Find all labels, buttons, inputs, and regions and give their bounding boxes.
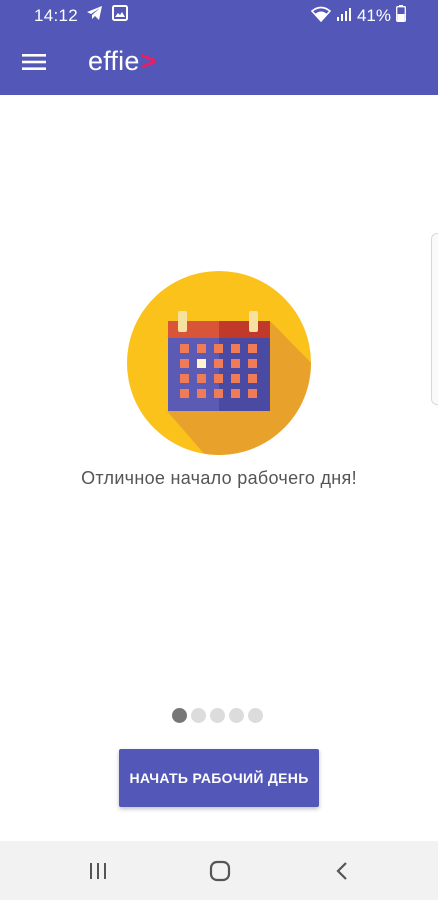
logo-mark: > [140, 46, 157, 76]
status-bar: 14:12 41% [0, 0, 438, 30]
edge-panel-handle[interactable] [431, 233, 438, 405]
recent-apps-icon[interactable] [78, 855, 118, 887]
onboarding-message: Отличное начало рабочего дня! [81, 468, 357, 488]
calendar-icon [127, 271, 311, 455]
battery-icon [396, 5, 406, 27]
start-workday-button[interactable]: НАЧАТЬ РАБОЧИЙ ДЕНЬ [119, 749, 319, 807]
telegram-icon [86, 5, 104, 26]
hamburger-menu-icon[interactable] [16, 44, 52, 80]
back-icon[interactable] [322, 855, 362, 887]
app-bar: effie> [0, 30, 438, 95]
page-indicator [172, 708, 263, 723]
logo-text: effie [88, 46, 140, 76]
page-dot-4[interactable] [229, 708, 244, 723]
page-dot-1[interactable] [172, 708, 187, 723]
page-dot-2[interactable] [191, 708, 206, 723]
page-dot-3[interactable] [210, 708, 225, 723]
image-icon [112, 5, 129, 26]
page-dot-5[interactable] [248, 708, 263, 723]
wifi-icon [310, 6, 332, 27]
status-time: 14:12 [34, 5, 79, 25]
home-icon[interactable] [200, 855, 240, 887]
app-logo: effie> [88, 44, 157, 78]
signal-icon [336, 6, 352, 27]
battery-percentage: 41% [356, 6, 391, 25]
system-nav-bar [0, 841, 438, 900]
